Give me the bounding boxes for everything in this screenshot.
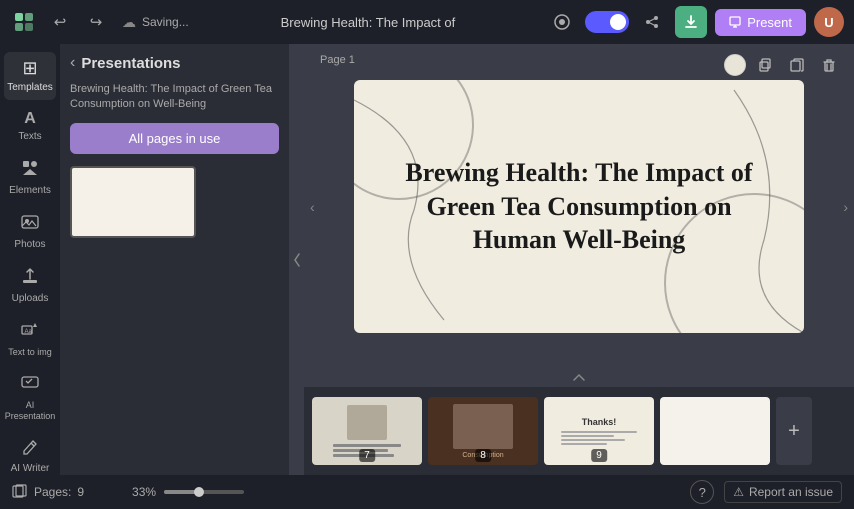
- toggle-switch[interactable]: [585, 11, 629, 33]
- filmstrip-slide-9[interactable]: Thanks! 9: [544, 397, 654, 465]
- undo-button[interactable]: ↩: [46, 8, 74, 36]
- thumb-image-area: [347, 405, 387, 440]
- slide-main-title: Brewing Health: The Impact of Green Tea …: [405, 156, 752, 257]
- topbar: ↩ ↪ ☁ Saving... Brewing Health: The Impa…: [0, 0, 854, 44]
- sidebar-item-ai-presentation[interactable]: AI Presentation: [4, 368, 56, 428]
- thumb-lines: [561, 431, 636, 445]
- redo-button[interactable]: ↪: [82, 8, 110, 36]
- cloud-icon: ☁: [122, 14, 136, 31]
- filmstrip-expand-handle[interactable]: [304, 369, 854, 387]
- thumb-thanks-title: Thanks!: [582, 417, 617, 427]
- slide-number-badge: 9: [591, 449, 607, 462]
- text-to-img-icon: Aa: [21, 321, 39, 344]
- filmstrip-slide-7[interactable]: 7: [312, 397, 422, 465]
- scroll-left-button[interactable]: ‹: [310, 199, 315, 215]
- present-button[interactable]: Present: [715, 9, 806, 36]
- filmstrip-slide-blank[interactable]: [660, 397, 770, 465]
- canvas-scroll: Page 1 ‹ ›: [304, 44, 854, 369]
- slide-content: Brewing Health: The Impact of Green Tea …: [375, 126, 782, 287]
- sidebar-item-photos[interactable]: Photos: [4, 207, 56, 257]
- ai-presentation-icon: [21, 374, 39, 397]
- sidebar-item-text-to-img[interactable]: Aa Text to img: [4, 315, 56, 364]
- panel-title: Presentations: [81, 55, 180, 72]
- svg-text:Aa: Aa: [25, 329, 33, 335]
- zoom-area: 33%: [132, 485, 244, 499]
- report-issue-button[interactable]: ⚠ Report an issue: [724, 481, 842, 503]
- sidebar-collapse-handle[interactable]: [290, 44, 304, 475]
- sidebar-item-texts[interactable]: A Texts: [4, 104, 56, 149]
- page-actions: [724, 52, 842, 78]
- share-button[interactable]: [637, 7, 667, 37]
- slide-number-badge: 8: [475, 449, 491, 462]
- icon-sidebar: ⊞ Templates A Texts Elements Photos Uplo…: [0, 44, 60, 475]
- pages-icon: [12, 484, 28, 501]
- sidebar-item-elements[interactable]: Elements: [4, 153, 56, 203]
- document-title[interactable]: Brewing Health: The Impact of: [197, 15, 539, 30]
- uploads-icon: [21, 267, 39, 290]
- slide-number-badge: 7: [359, 449, 375, 462]
- elements-icon: [21, 159, 39, 182]
- duplicate-button[interactable]: [752, 52, 778, 78]
- texts-icon: A: [24, 110, 36, 128]
- scroll-right-button[interactable]: ›: [843, 199, 848, 215]
- panel-subtitle: Brewing Health: The Impact of Green Tea …: [70, 82, 279, 113]
- user-avatar[interactable]: U: [814, 7, 844, 37]
- saving-status: ☁ Saving...: [122, 14, 189, 31]
- download-button[interactable]: [675, 6, 707, 38]
- add-page-button[interactable]: +: [776, 397, 812, 465]
- zoom-slider[interactable]: [164, 490, 244, 494]
- copy-button[interactable]: [784, 52, 810, 78]
- main-area: ⊞ Templates A Texts Elements Photos Uplo…: [0, 44, 854, 475]
- app-logo[interactable]: [10, 8, 38, 36]
- warning-icon: ⚠: [733, 485, 744, 499]
- delete-button[interactable]: [816, 52, 842, 78]
- templates-icon: ⊞: [22, 58, 37, 79]
- ai-writer-icon: [21, 437, 39, 460]
- filmstrip-slide-8[interactable]: Consumption 8: [428, 397, 538, 465]
- zoom-slider-thumb: [194, 487, 204, 497]
- panel-back-button[interactable]: ‹: [70, 54, 75, 72]
- pages-label: Pages:: [34, 485, 71, 499]
- bottombar: Pages: 9 33% ? ⚠ Report an issue: [0, 475, 854, 509]
- slide-canvas[interactable]: Brewing Health: The Impact of Green Tea …: [354, 80, 804, 333]
- zoom-level: 33%: [132, 485, 156, 499]
- sidebar-item-ai-writer[interactable]: AI Writer: [4, 431, 56, 475]
- panel-header: ‹ Presentations: [70, 54, 279, 72]
- zoom-slider-fill: [164, 490, 196, 494]
- thumb-dark-image: [453, 404, 513, 449]
- sidebar-item-templates[interactable]: ⊞ Templates: [4, 52, 56, 100]
- filmstrip: 7 Consumption 8 Thanks!: [304, 387, 854, 475]
- pages-info: Pages: 9: [12, 484, 84, 501]
- canvas-area: Page 1 ‹ ›: [304, 44, 854, 475]
- page-label: Page 1: [320, 54, 355, 66]
- page-style-indicator[interactable]: [724, 54, 746, 76]
- topbar-actions: Present U: [547, 6, 844, 38]
- help-button[interactable]: ?: [690, 480, 714, 504]
- pages-count: 9: [77, 485, 84, 499]
- bottombar-right: ? ⚠ Report an issue: [690, 480, 842, 504]
- photos-icon: [21, 213, 39, 236]
- all-pages-button[interactable]: All pages in use: [70, 123, 279, 154]
- sidebar-item-uploads[interactable]: Uploads: [4, 261, 56, 311]
- slide-thumbnail-preview[interactable]: [70, 166, 196, 238]
- panel-sidebar: ‹ Presentations Brewing Health: The Impa…: [60, 44, 290, 475]
- ai-button[interactable]: [547, 7, 577, 37]
